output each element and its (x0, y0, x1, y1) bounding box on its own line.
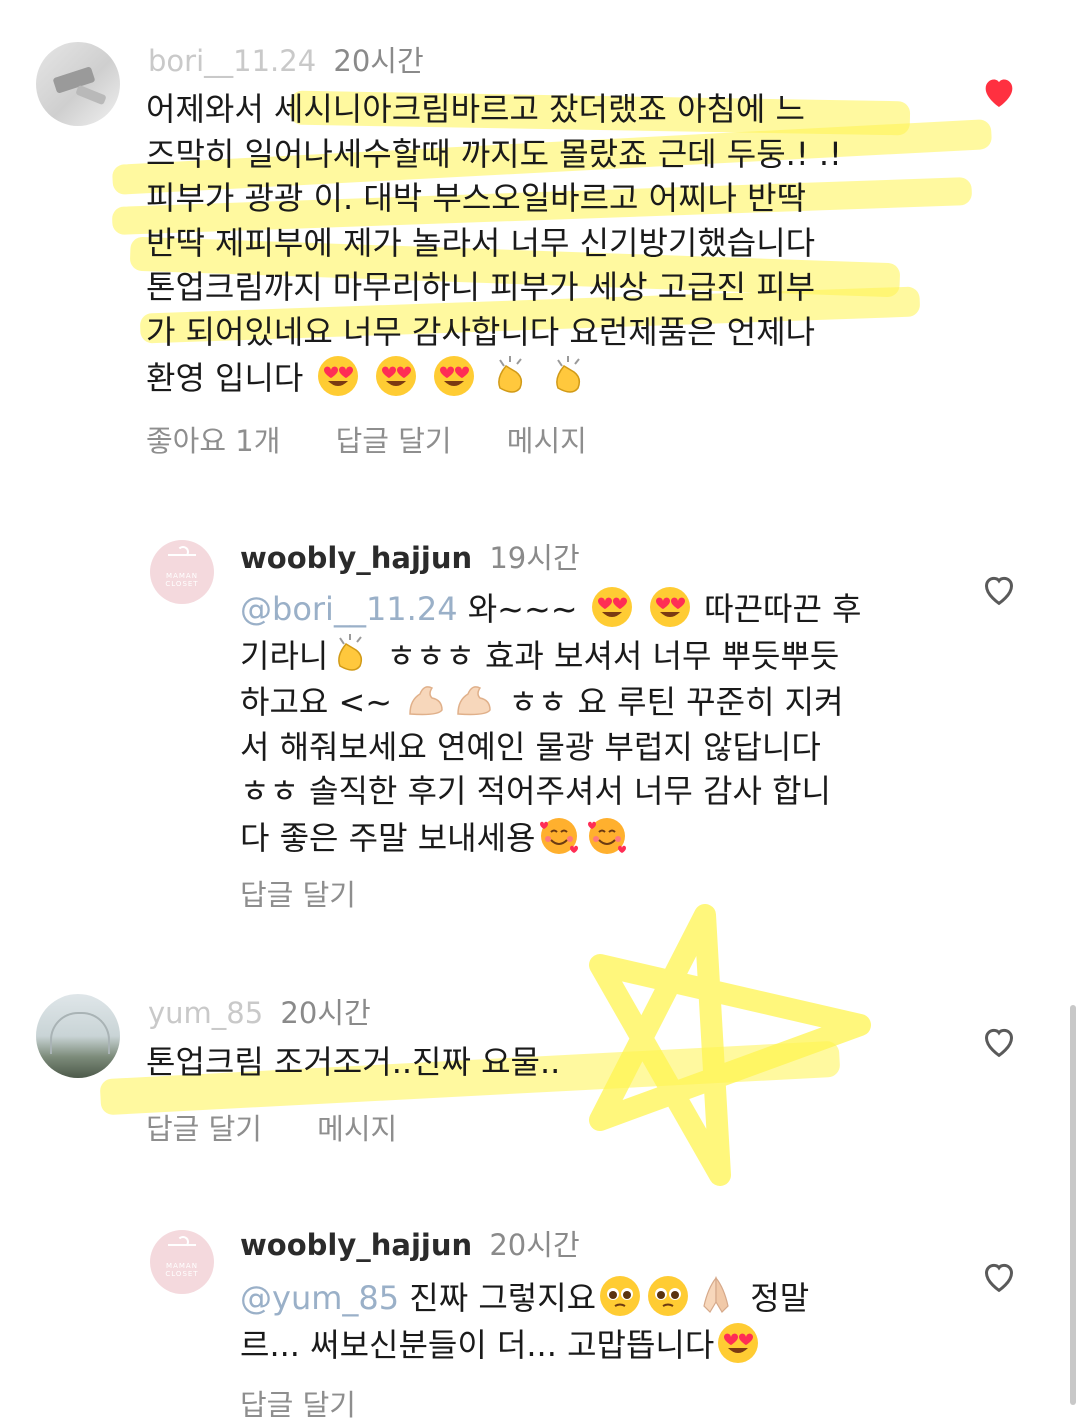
folded-hands-emoji-icon (694, 1274, 738, 1318)
comment-text: @bori__11.24 와~~~ 따끈따끈 후 기라니 ㅎㅎㅎ 효과 보셔서 … (240, 585, 940, 860)
clapping-hands-emoji-icon (548, 354, 592, 398)
timestamp: 20시간 (333, 44, 424, 78)
smiling-face-with-hearts-emoji-icon (537, 814, 581, 858)
avatar-brand-text: MAMAN CLOSET (165, 1262, 199, 1278)
timestamp: 20시간 (280, 996, 371, 1030)
username[interactable]: bori__11.24 (148, 44, 316, 78)
heart-icon[interactable] (979, 570, 1019, 610)
heart-eyes-emoji-icon (648, 585, 692, 629)
mention-link[interactable]: @yum_85 (240, 1279, 399, 1317)
heart-eyes-emoji-icon (316, 354, 360, 398)
reply-button[interactable]: 답글 달기 (240, 1388, 356, 1422)
reply-button[interactable]: 답글 달기 (336, 424, 452, 458)
reply-button[interactable]: 답글 달기 (240, 878, 356, 912)
heart-icon[interactable] (979, 1257, 1019, 1297)
flexed-biceps-emoji-icon (404, 678, 448, 722)
message-button[interactable]: 메시지 (507, 424, 587, 458)
smiling-face-with-hearts-emoji-icon (585, 814, 629, 858)
scrollbar[interactable] (1070, 1005, 1076, 1405)
comment-meta: woobly_hajjun 20시간 (240, 1222, 580, 1264)
pleading-face-emoji-icon (646, 1274, 690, 1318)
heart-icon[interactable] (979, 1022, 1019, 1062)
pleading-face-emoji-icon (598, 1274, 642, 1318)
comment-meta: bori__11.24 20시간 (148, 38, 424, 80)
comment-text: 톤업크림 조거조거..진짜 요물.. (146, 1043, 561, 1081)
reply-button[interactable]: 답글 달기 (146, 1112, 262, 1146)
heart-eyes-emoji-icon (374, 354, 418, 398)
comment-text: @yum_85 진짜 그렇지요 정말 르... 써보신분들이 더... 고맙뜹니… (240, 1274, 940, 1367)
avatar[interactable] (36, 42, 120, 126)
message-button[interactable]: 메시지 (317, 1112, 397, 1146)
comment-actions: 답글 달기 (240, 872, 402, 914)
comment-text: 어제와서 세시니아크림바르고 잤더랬죠 아침에 느 즈막히 일어나세수할때 까지… (146, 90, 842, 398)
comment-actions: 답글 달기 (240, 1382, 402, 1424)
heart-icon-liked[interactable] (979, 72, 1019, 112)
timestamp: 19시간 (489, 541, 580, 575)
avatar[interactable]: MAMAN CLOSET (150, 1230, 214, 1294)
heart-eyes-emoji-icon (716, 1321, 760, 1365)
hanger-icon (168, 546, 196, 572)
comment-meta: woobly_hajjun 19시간 (240, 535, 580, 577)
heart-eyes-emoji-icon (590, 585, 634, 629)
comment-actions: 답글 달기 메시지 (146, 1106, 443, 1148)
clapping-hands-emoji-icon (490, 354, 534, 398)
mention-link[interactable]: @bori__11.24 (240, 590, 458, 628)
comment-actions: 좋아요 1개 답글 달기 메시지 (146, 418, 633, 460)
timestamp: 20시간 (489, 1228, 580, 1262)
heart-eyes-emoji-icon (432, 354, 476, 398)
avatar[interactable]: MAMAN CLOSET (150, 540, 214, 604)
clapping-hands-emoji-icon (330, 632, 374, 676)
likes-count[interactable]: 좋아요 1개 (146, 424, 280, 458)
username[interactable]: yum_85 (148, 996, 263, 1030)
username[interactable]: woobly_hajjun (240, 541, 472, 575)
username[interactable]: woobly_hajjun (240, 1228, 472, 1262)
avatar[interactable] (36, 994, 120, 1078)
hanger-icon (168, 1236, 196, 1262)
flexed-biceps-emoji-icon (452, 678, 496, 722)
avatar-brand-text: MAMAN CLOSET (165, 572, 199, 588)
comment-meta: yum_85 20시간 (148, 990, 371, 1032)
